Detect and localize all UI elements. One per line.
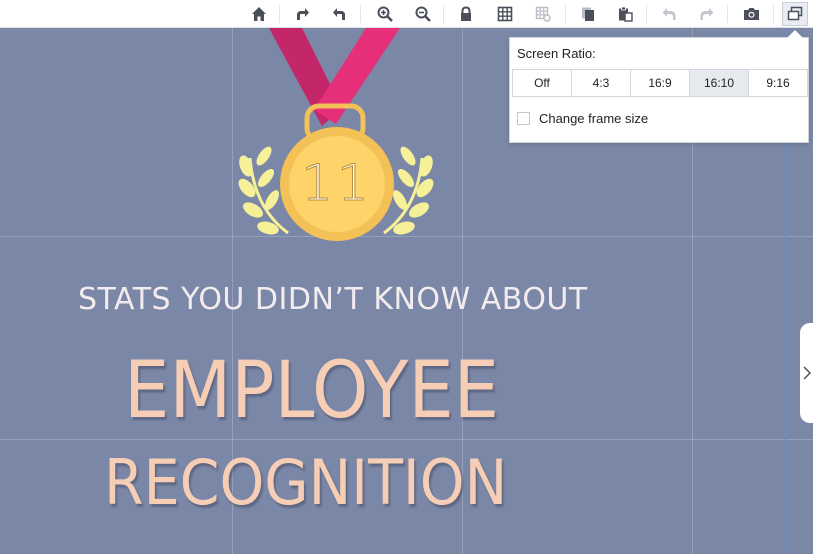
- toolbar-separator: [646, 5, 647, 23]
- home-icon: [252, 7, 266, 21]
- undo-arrow-icon: [333, 8, 345, 20]
- screen-ratio-popup: Screen Ratio: Off 4:3 16:9 16:10 9:16 Ch…: [509, 37, 809, 143]
- toolbar-separator: [565, 5, 566, 23]
- toolbar-separator: [360, 5, 361, 23]
- chevron-right-icon: [803, 366, 812, 380]
- screen-ratio-button[interactable]: [782, 2, 808, 26]
- redo-button[interactable]: [694, 2, 720, 26]
- ratio-options: Off 4:3 16:9 16:10 9:16: [512, 69, 808, 97]
- paste-icon: [619, 6, 633, 22]
- slide-subtitle[interactable]: STATS YOU DIDN’T KNOW ABOUT: [78, 282, 638, 317]
- medal-graphic[interactable]: [236, 28, 436, 248]
- redo-arrow-icon: [297, 8, 309, 20]
- medal-number: 11: [301, 154, 373, 213]
- grid-settings-icon: [535, 6, 551, 22]
- screen-ratio-icon: [787, 6, 803, 21]
- ratio-option-16-9[interactable]: 16:9: [631, 70, 690, 96]
- undo-all-button[interactable]: [327, 2, 353, 26]
- camera-icon: [743, 8, 759, 20]
- change-frame-size-checkbox[interactable]: [517, 112, 530, 125]
- slide-title-line-1[interactable]: EMPLOYEE: [124, 346, 499, 436]
- grid-icon: [497, 6, 513, 22]
- lock-icon: [461, 6, 471, 21]
- toolbar-separator: [727, 5, 728, 23]
- screenshot-button[interactable]: [738, 2, 764, 26]
- copy-icon: [582, 7, 594, 21]
- grid-settings-button[interactable]: [530, 2, 556, 26]
- paste-button[interactable]: [612, 2, 638, 26]
- copy-button[interactable]: [575, 2, 601, 26]
- ribbon: [269, 28, 400, 126]
- redo-icon: [700, 8, 714, 20]
- redo-all-button[interactable]: [289, 2, 315, 26]
- side-panel-toggle[interactable]: [800, 323, 813, 423]
- zoom-in-button[interactable]: [372, 2, 398, 26]
- change-frame-size-option[interactable]: Change frame size: [517, 111, 648, 126]
- popup-title: Screen Ratio:: [517, 46, 596, 61]
- slide-title-line-2[interactable]: RECOGNITION: [104, 446, 507, 519]
- toolbar: [0, 0, 813, 28]
- undo-button[interactable]: [656, 2, 682, 26]
- lock-button[interactable]: [453, 2, 479, 26]
- laurel-left: [238, 146, 289, 235]
- grid-line: [0, 439, 813, 440]
- ratio-option-9-16[interactable]: 9:16: [749, 70, 807, 96]
- grid-button[interactable]: [492, 2, 518, 26]
- zoom-out-icon: [415, 6, 431, 22]
- toolbar-separator: [773, 5, 774, 23]
- ratio-option-off[interactable]: Off: [513, 70, 572, 96]
- ratio-option-4-3[interactable]: 4:3: [572, 70, 631, 96]
- ratio-option-16-10[interactable]: 16:10: [690, 70, 749, 96]
- undo-icon: [662, 8, 676, 20]
- zoom-in-icon: [377, 6, 393, 22]
- change-frame-size-label: Change frame size: [539, 111, 649, 126]
- zoom-out-button[interactable]: [410, 2, 436, 26]
- popup-pointer: [787, 30, 803, 38]
- home-button[interactable]: [246, 2, 272, 26]
- toolbar-separator: [279, 5, 280, 23]
- toolbar-separator: [443, 5, 444, 23]
